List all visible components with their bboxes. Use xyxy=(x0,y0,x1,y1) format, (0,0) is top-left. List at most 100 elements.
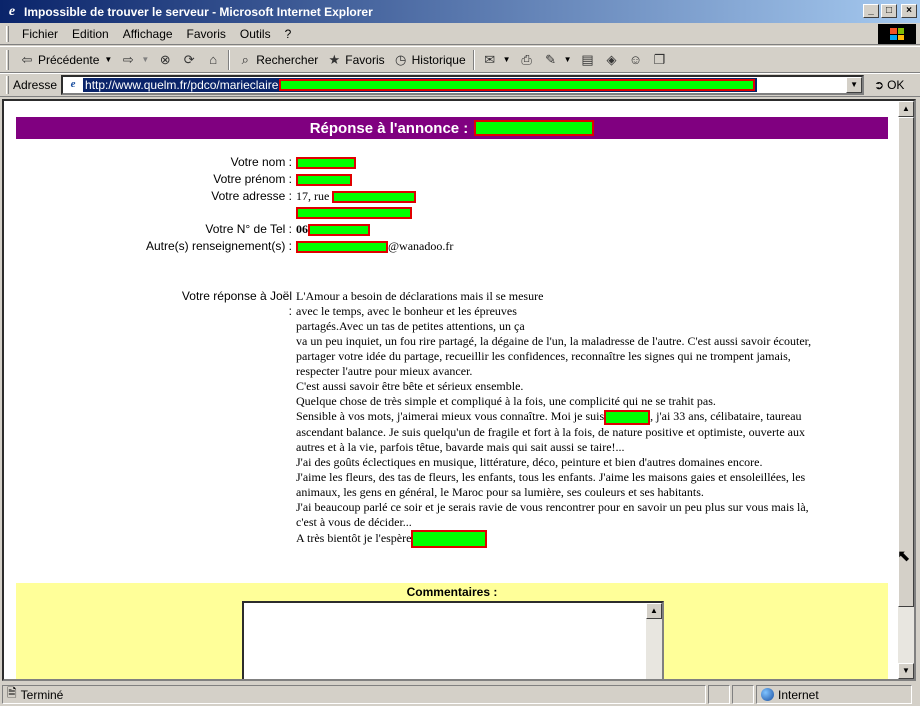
chevron-down-icon[interactable]: ▼ xyxy=(564,55,572,64)
history-button[interactable]: ◷ Historique xyxy=(389,49,470,71)
address-url[interactable]: http://www.quelm.fr/pdco/marieclaire xyxy=(83,78,758,92)
reply-line: J'ai beaucoup parlé ce soir et je serais… xyxy=(296,499,809,514)
page-scrollbar[interactable]: ▲ ▼ xyxy=(898,101,914,679)
stop-button[interactable]: ⊗ xyxy=(153,49,177,71)
textarea-scrollbar[interactable]: ▲ ▼ xyxy=(646,603,662,679)
minimize-button[interactable]: _ xyxy=(863,4,879,18)
scroll-down-arrow[interactable]: ▼ xyxy=(898,663,914,679)
ie-icon: e xyxy=(8,3,16,19)
research-button[interactable]: ◈ xyxy=(599,49,623,71)
window-controls: _ □ × xyxy=(863,4,917,18)
zone-label: Internet xyxy=(778,687,819,702)
address-grip[interactable] xyxy=(6,76,9,94)
history-icon: ◷ xyxy=(394,51,407,67)
reply-line-part: A très bientôt je l'espère xyxy=(296,530,412,545)
home-icon: ⌂ xyxy=(209,52,218,67)
favorites-icon: ★ xyxy=(328,51,341,67)
firstname-label: Votre prénom : xyxy=(213,172,292,186)
menu-affichage[interactable]: Affichage xyxy=(116,27,180,41)
redaction-box xyxy=(296,157,356,170)
redaction-box xyxy=(296,241,388,254)
go-arrow-icon: ➲ xyxy=(874,78,885,92)
search-icon: ⌕ xyxy=(241,51,249,67)
status-cell xyxy=(708,685,730,704)
address-value: 17, rue xyxy=(296,189,417,204)
menu-bar: Fichier Edition Affichage Favoris Outils… xyxy=(0,23,920,45)
copy-button[interactable]: ❐ xyxy=(647,49,671,71)
menu-edition[interactable]: Edition xyxy=(65,27,116,41)
reply-line: c'est à vous de décider... xyxy=(296,514,412,529)
menu-fichier[interactable]: Fichier xyxy=(15,27,65,41)
reply-line: respecter l'autre pour mieux avancer. xyxy=(296,364,473,378)
mail-button[interactable]: ✉ ▼ xyxy=(478,49,515,71)
redaction-box xyxy=(296,174,352,187)
page-done-icon: 🗎 xyxy=(7,686,17,700)
scroll-thumb[interactable] xyxy=(898,117,914,607)
scroll-up-arrow[interactable]: ▲ xyxy=(898,101,914,117)
firstname-value xyxy=(296,172,352,187)
reply-line-part: Sensible à vos mots, j'aimerai mieux vou… xyxy=(296,409,605,423)
comments-section: Commentaires : ▲ ▼ xyxy=(16,583,888,679)
title-bar: e Impossible de trouver le serveur - Mic… xyxy=(0,0,920,23)
reply-line: C'est aussi savoir être bête et sérieux … xyxy=(296,379,524,393)
reply-text: L'Amour a besoin de déclarations mais il… xyxy=(296,289,866,548)
go-button[interactable]: ➲ OK xyxy=(874,78,904,92)
forward-arrow-icon: ⇨ xyxy=(122,51,134,67)
messenger-button[interactable]: ☺ xyxy=(623,49,647,71)
address-field-label: Votre adresse : xyxy=(211,189,292,203)
redaction-box xyxy=(474,120,595,136)
forward-button[interactable]: ⇨ ▼ xyxy=(116,49,153,71)
redaction-box xyxy=(411,529,488,548)
chevron-down-icon[interactable]: ▼ xyxy=(141,55,149,64)
edit-icon: ✎ xyxy=(545,51,557,67)
home-button[interactable]: ⌂ xyxy=(201,49,225,71)
scroll-up-arrow[interactable]: ▲ xyxy=(646,603,662,619)
print-button[interactable]: ⎙ xyxy=(515,49,539,71)
address-dropdown-button[interactable]: ▼ xyxy=(846,77,863,93)
mail-icon: ✉ xyxy=(484,51,496,67)
reply-line: Quelque chose de très simple et compliqu… xyxy=(296,394,716,408)
close-button[interactable]: × xyxy=(901,4,917,18)
reply-line: A très bientôt je l'espère xyxy=(296,529,866,548)
reply-line: ascendant balance. Je suis quelqu'un de … xyxy=(296,424,805,439)
history-label: Historique xyxy=(411,52,466,67)
name-row: Votre nom : xyxy=(16,155,888,171)
redaction-box xyxy=(332,191,417,204)
discuss-button[interactable]: ▤ xyxy=(575,49,599,71)
reply-line-part: , j'ai 33 ans, célibataire, taureau xyxy=(650,409,802,423)
maximize-button[interactable]: □ xyxy=(881,4,897,18)
menu-favoris[interactable]: Favoris xyxy=(180,27,233,41)
search-button[interactable]: ⌕ Rechercher xyxy=(233,49,322,71)
menu-outils[interactable]: Outils xyxy=(233,27,278,41)
edit-button[interactable]: ✎ ▼ xyxy=(539,49,576,71)
toolbar-separator xyxy=(472,49,475,70)
reply-line: partagés.Avec un tas de petites attentio… xyxy=(296,319,525,333)
status-text: Terminé xyxy=(20,687,64,702)
back-button[interactable]: ⇦ Précédente ▼ xyxy=(15,49,116,71)
refresh-button[interactable]: ⟳ xyxy=(177,49,201,71)
address-line-2 xyxy=(296,205,412,220)
phone-label: Votre N° de Tel : xyxy=(205,222,292,236)
redaction-box xyxy=(308,224,370,237)
page-viewport: Réponse à l'annonce : Votre nom : Votre … xyxy=(2,99,916,681)
comments-textarea[interactable] xyxy=(242,601,664,679)
banner-title: Réponse à l'annonce : xyxy=(309,119,469,137)
menu-help[interactable]: ? xyxy=(278,27,299,41)
toolbar-grip[interactable] xyxy=(6,49,9,70)
standard-toolbar: ⇦ Précédente ▼ ⇨ ▼ ⊗ ⟳ ⌂ ⌕ Rechercher ★ … xyxy=(0,46,920,73)
reply-line: J'ai des goûts éclectiques en musique, l… xyxy=(296,454,763,469)
stop-icon: ⊗ xyxy=(159,51,171,67)
redaction-box xyxy=(604,409,651,425)
refresh-icon: ⟳ xyxy=(183,51,195,67)
address-input[interactable]: e http://www.quelm.fr/pdco/marieclaire ▼ xyxy=(61,75,865,95)
menu-grip[interactable] xyxy=(6,25,9,42)
reply-line: animaux, les gens en général, le Maroc p… xyxy=(296,484,704,499)
copy-icon: ❐ xyxy=(653,51,666,67)
favorites-button[interactable]: ★ Favoris xyxy=(322,49,388,71)
go-label: OK xyxy=(887,78,905,92)
chevron-down-icon[interactable]: ▼ xyxy=(503,55,511,64)
comments-title: Commentaires : xyxy=(406,585,498,599)
reply-line: L'Amour a besoin de déclarations mais il… xyxy=(296,289,544,303)
chevron-down-icon[interactable]: ▼ xyxy=(104,55,112,64)
other-email-domain: @wanadoo.fr xyxy=(388,239,454,253)
